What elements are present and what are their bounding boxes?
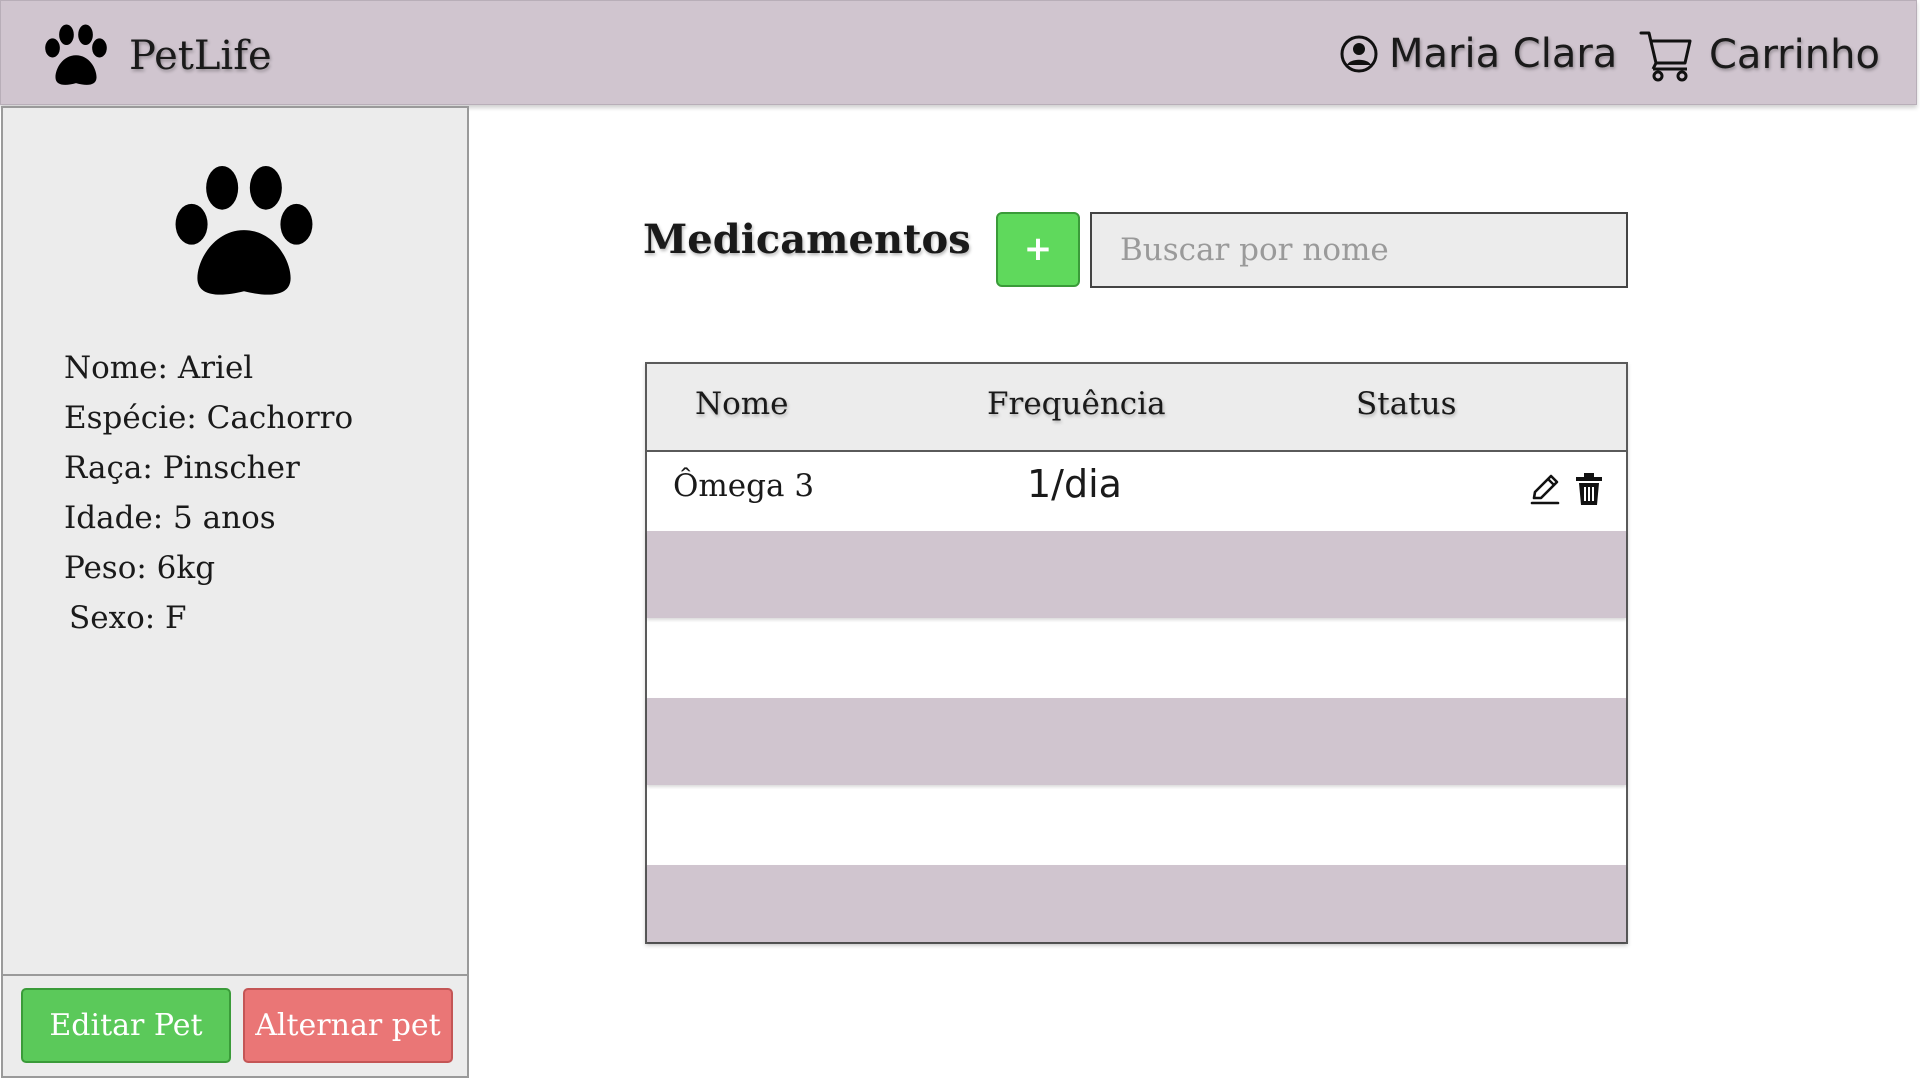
cell-nome: Ômega 3 xyxy=(673,468,815,504)
brand[interactable]: PetLife xyxy=(39,23,272,89)
table-row-empty xyxy=(647,618,1626,698)
cell-frequencia: 1/dia xyxy=(1027,462,1122,506)
pet-sex: Sexo: F xyxy=(69,600,187,636)
pet-age: Idade: 5 anos xyxy=(64,500,276,536)
pencil-icon[interactable] xyxy=(1529,472,1561,506)
add-medication-button[interactable]: + xyxy=(996,212,1080,287)
switch-pet-button[interactable]: Alternar pet xyxy=(243,988,453,1063)
table-row[interactable]: Ômega 3 1/dia xyxy=(647,452,1626,531)
table-row-empty xyxy=(647,531,1626,618)
user-menu[interactable]: Maria Clara xyxy=(1339,31,1617,77)
paw-icon xyxy=(45,24,107,85)
pet-avatar-paw-icon xyxy=(175,166,313,295)
page-title: Medicamentos xyxy=(643,216,971,263)
column-header-nome: Nome xyxy=(695,386,789,422)
search-input[interactable] xyxy=(1090,212,1628,288)
table-row-empty xyxy=(647,865,1626,942)
table-header: Nome Frequência Status xyxy=(647,364,1626,452)
cart-label: Carrinho xyxy=(1709,32,1880,78)
pet-species: Espécie: Cachorro xyxy=(64,400,354,436)
sidebar-footer: Editar Pet Alternar pet xyxy=(3,974,467,1076)
pet-name: Nome: Ariel xyxy=(64,350,254,386)
table-row-empty xyxy=(647,785,1626,865)
edit-pet-button[interactable]: Editar Pet xyxy=(21,988,231,1063)
cart-link[interactable]: Carrinho xyxy=(1639,27,1880,83)
pet-breed: Raça: Pinscher xyxy=(64,450,300,486)
cart-icon xyxy=(1639,31,1692,82)
medications-table: Nome Frequência Status Ômega 3 1/dia xyxy=(645,362,1628,944)
column-header-status: Status xyxy=(1356,386,1457,422)
user-circle-icon xyxy=(1340,35,1378,73)
pet-info: Nome: Ariel Espécie: Cachorro Raça: Pins… xyxy=(64,343,353,643)
pet-weight: Peso: 6kg xyxy=(64,550,216,586)
table-row-empty xyxy=(647,698,1626,785)
pet-sidebar: Nome: Ariel Espécie: Cachorro Raça: Pins… xyxy=(1,106,469,1078)
top-bar: PetLife Maria Clara Carrinho xyxy=(0,0,1917,105)
trash-icon[interactable] xyxy=(1573,472,1605,506)
user-name: Maria Clara xyxy=(1389,31,1618,77)
column-header-frequencia: Frequência xyxy=(987,386,1166,422)
brand-name: PetLife xyxy=(129,33,272,79)
